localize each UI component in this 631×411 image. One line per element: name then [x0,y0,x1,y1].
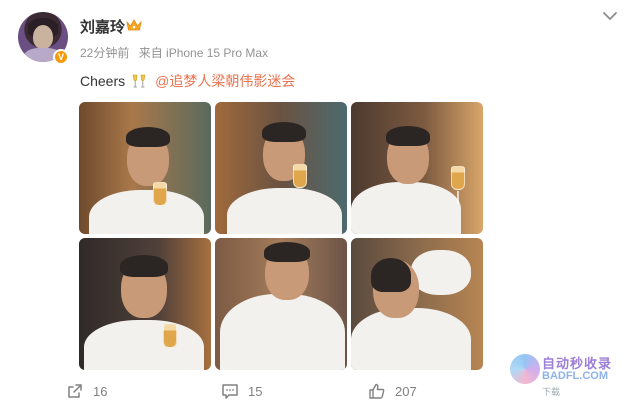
crown-icon [126,19,142,31]
wine-glass-icon [153,182,167,206]
photo-shirt [89,190,204,234]
repost-button[interactable]: 16 [66,380,107,402]
post-time[interactable]: 22分钟前 [80,46,129,60]
photo-3[interactable] [351,102,483,234]
photo-shirt [227,188,342,234]
photo-shirt [351,182,461,234]
post-meta: 22分钟前 来自 iPhone 15 Pro Max [80,44,274,61]
photo-6[interactable] [351,238,483,370]
action-bar: 16 15 207 [0,380,631,404]
glass-stem [457,191,459,203]
comment-icon [222,384,238,399]
wine-glass-icon [163,324,177,348]
like-count: 207 [395,383,417,399]
photo-raised-arm [411,250,471,295]
photo-4[interactable] [79,238,211,370]
verified-badge-icon: V [53,49,69,65]
comment-count: 15 [248,383,263,399]
share-icon [68,384,82,398]
photo-hair [126,127,170,147]
avatar-face [33,25,53,49]
wine-glass-icon [293,164,307,188]
photo-5[interactable] [215,238,347,370]
like-button[interactable]: 207 [368,380,417,402]
photo-shirt [220,294,345,370]
photo-hair [264,242,310,262]
photo-grid [79,102,484,370]
wine-glass-icon [451,166,465,190]
repost-count: 16 [93,383,108,399]
photo-hair [386,126,430,146]
photo-hair [371,258,411,292]
photo-hair [120,255,168,277]
cheers-emoji-icon [132,74,146,88]
post-source: 来自 iPhone 15 Pro Max [138,46,269,60]
photo-2[interactable] [215,102,347,234]
photo-shirt [84,320,204,370]
chevron-down-icon[interactable] [602,10,618,22]
user-name[interactable]: 刘嘉玲 [80,16,125,37]
mention-link[interactable]: @追梦人梁朝伟影迷会 [155,71,295,91]
post-text: Cheers @追梦人梁朝伟影迷会 [80,71,295,91]
post-text-content: Cheers [80,73,126,89]
comment-button[interactable]: 15 [221,380,262,402]
photo-shirt [351,308,471,370]
thumbs-up-icon [369,383,385,399]
photo-hair [262,122,306,142]
photo-1[interactable] [79,102,211,234]
